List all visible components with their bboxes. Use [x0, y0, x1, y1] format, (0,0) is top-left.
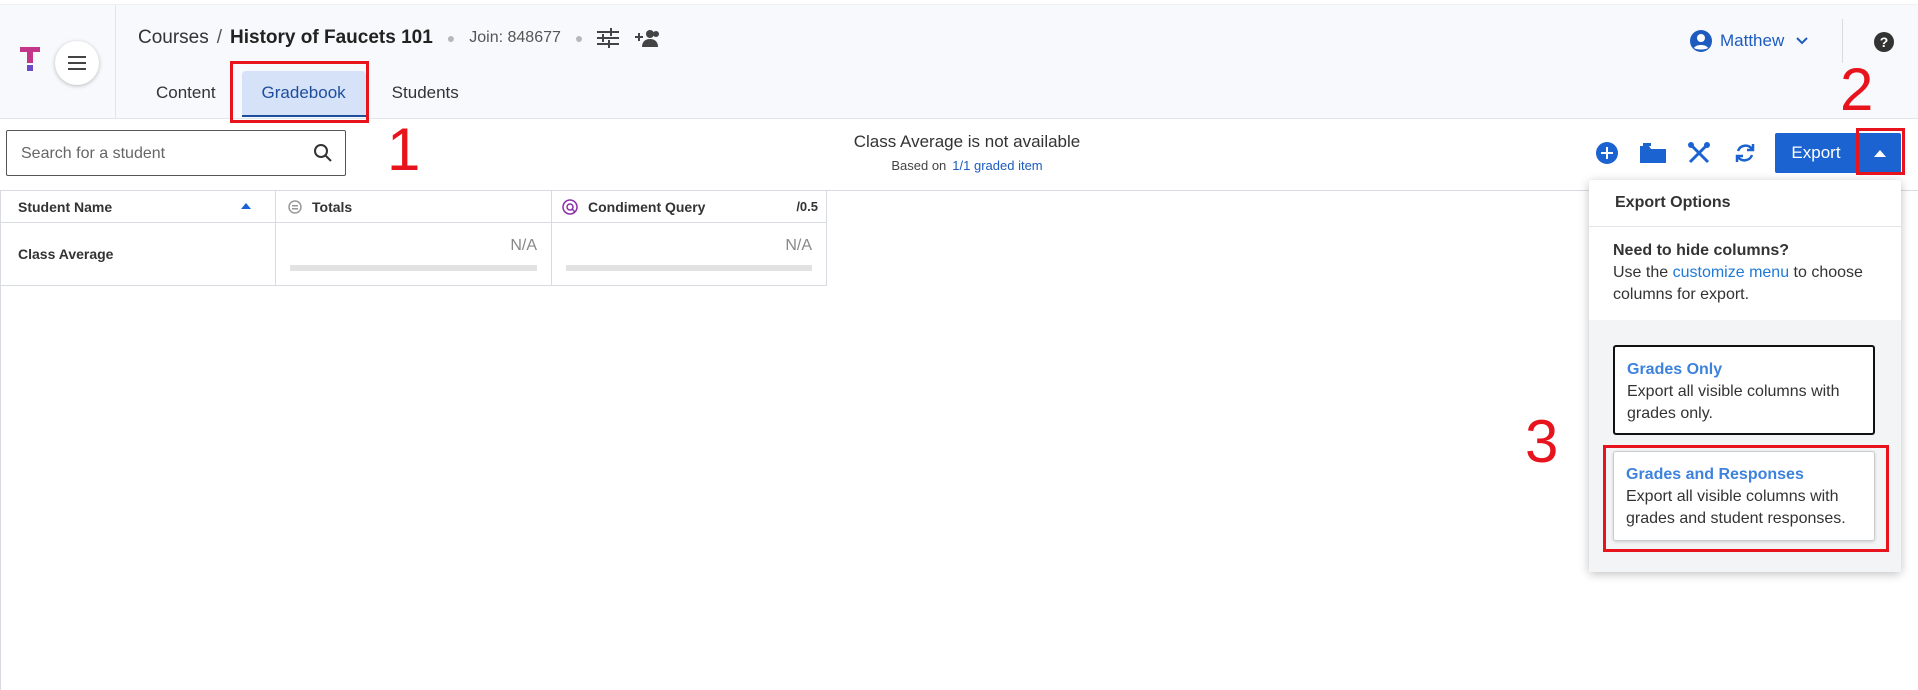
tab-students[interactable]: Students — [374, 71, 477, 117]
join-code: Join: 848677 — [469, 29, 561, 46]
annotation-box-gradebook — [230, 61, 369, 123]
user-avatar-icon — [1690, 30, 1712, 52]
table-row-cell: Class Average — [1, 223, 276, 286]
course-title: History of Faucets 101 — [230, 27, 433, 48]
question-bubble-icon — [562, 199, 578, 215]
gradebook-toolbar — [1594, 140, 1778, 166]
chevron-down-icon — [1796, 37, 1808, 45]
plus-circle-icon — [1596, 142, 1618, 164]
row-student-name: Class Average — [18, 246, 114, 262]
help-button[interactable]: ? — [1874, 32, 1894, 52]
column-header-totals[interactable]: Totals — [276, 191, 552, 223]
progress-bar — [290, 265, 537, 271]
export-options-title: Export Options — [1615, 194, 1731, 211]
course-settings-button[interactable] — [597, 28, 620, 48]
totals-icon — [288, 200, 302, 214]
column-header-condiment-query[interactable]: Condiment Query /0.5 — [552, 191, 827, 223]
add-students-button[interactable] — [635, 29, 661, 47]
folder-button[interactable] — [1640, 140, 1666, 166]
sync-button[interactable] — [1732, 140, 1758, 166]
column-points: /0.5 — [796, 199, 818, 214]
logo-icon — [20, 47, 40, 71]
column-label: Student Name — [18, 199, 113, 215]
menu-button[interactable] — [55, 41, 99, 85]
annotation-number: 2 — [1840, 56, 1874, 123]
separator-dot: ● — [446, 30, 456, 46]
hint-text: Use the — [1613, 264, 1673, 281]
customize-menu-link[interactable]: customize menu — [1673, 264, 1790, 281]
export-hint: Need to hide columns? Use the customize … — [1613, 240, 1883, 306]
breadcrumb: Courses / History of Faucets 101 ● Join:… — [138, 27, 661, 49]
customize-button[interactable] — [1686, 140, 1712, 166]
user-menu[interactable]: Matthew — [1690, 30, 1808, 52]
class-average-summary: Class Average is not available Based on 1… — [767, 132, 1167, 173]
class-average-subtitle: Based on 1/1 graded item — [767, 158, 1167, 173]
logo-area — [0, 5, 116, 118]
export-button[interactable]: Export — [1775, 133, 1857, 173]
option-title: Grades Only — [1627, 361, 1723, 378]
divider — [1589, 226, 1901, 227]
table-row-cell: N/A — [276, 223, 552, 286]
sliders-icon — [597, 28, 620, 48]
annotation-box-export-toggle — [1856, 128, 1905, 175]
column-label: Condiment Query — [588, 199, 706, 215]
grades-only-option[interactable]: Grades Only Export all visible columns w… — [1613, 345, 1875, 435]
column-header-student-name[interactable]: Student Name — [1, 191, 276, 223]
condiment-value: N/A — [785, 237, 812, 254]
breadcrumb-courses-link[interactable]: Courses — [138, 27, 209, 49]
graded-items-link[interactable]: 1/1 graded item — [952, 158, 1042, 173]
separator-dot: ● — [574, 30, 584, 46]
totals-value: N/A — [510, 237, 537, 254]
user-name: Matthew — [1720, 31, 1785, 50]
class-average-title: Class Average is not available — [853, 132, 1081, 151]
based-on-label: Based on — [891, 158, 947, 173]
column-label: Totals — [312, 199, 353, 215]
hamburger-icon — [68, 56, 86, 70]
table-row-cell: N/A — [552, 223, 827, 286]
refresh-icon — [1735, 144, 1755, 162]
add-person-icon — [635, 30, 660, 47]
hint-title: Need to hide columns? — [1613, 242, 1790, 259]
tab-content[interactable]: Content — [138, 71, 234, 117]
folder-icon — [1640, 143, 1666, 163]
sort-ascending-icon[interactable] — [241, 203, 251, 209]
breadcrumb-separator: / — [216, 27, 223, 48]
search-icon[interactable] — [313, 143, 333, 163]
student-search — [6, 130, 346, 176]
annotation-box-grades-and-responses — [1603, 445, 1889, 552]
annotation-number: 1 — [387, 116, 421, 183]
option-description: Export all visible columns with grades o… — [1627, 383, 1840, 422]
annotation-number: 3 — [1525, 408, 1559, 475]
search-input[interactable] — [19, 141, 293, 167]
tools-icon — [1688, 142, 1710, 164]
progress-bar — [566, 265, 812, 271]
add-item-button[interactable] — [1594, 140, 1620, 166]
